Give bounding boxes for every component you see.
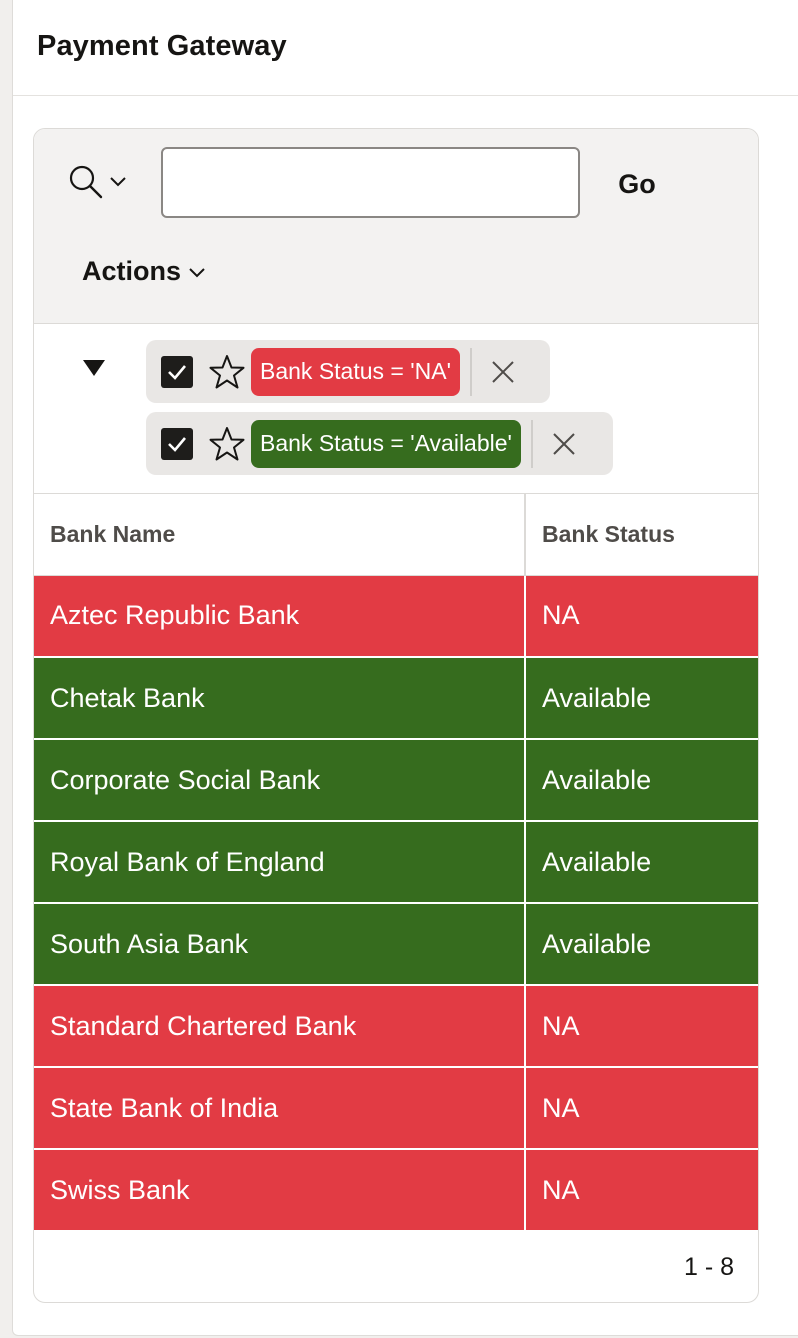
pagination-range: 1 - 8 [683,1253,734,1281]
chevron-down-icon [187,256,207,287]
column-header-bank-name[interactable]: Bank Name [34,494,526,576]
table-row: Chetak Bank Available [34,657,758,740]
bank-name-cell: Standard Chartered Bank [34,985,526,1068]
bank-name-cell: Aztec Republic Bank [34,575,526,658]
bank-status-cell: Available [525,903,758,986]
table-header-row: Bank Name Bank Status [34,494,758,576]
table-row: State Bank of India NA [34,1067,758,1150]
go-button[interactable]: Go [604,159,670,209]
table-row: Standard Chartered Bank NA [34,985,758,1068]
bank-name-cell: Corporate Social Bank [34,739,526,822]
filter-pill[interactable]: Bank Status = 'NA' [251,347,460,396]
region-title: Payment Gateway [37,30,287,62]
interactive-report: Go Actions Bank Status = 'NA' Bank Statu… [33,128,759,1303]
filter-enable-checkbox[interactable] [161,355,193,388]
checkmark-icon [168,364,186,380]
table-row: Corporate Social Bank Available [34,739,758,822]
filter-pill[interactable]: Bank Status = 'Available' [251,419,521,468]
chevron-down-icon [108,175,128,194]
remove-filter-button[interactable] [533,420,595,468]
filter-controls: Bank Status = 'NA' Bank Status = 'Availa… [34,324,758,494]
bank-name-cell: State Bank of India [34,1067,526,1150]
search-column-menu-button[interactable] [68,165,132,203]
actions-menu-button[interactable]: Actions [82,251,207,291]
bank-status-cell: NA [525,1067,758,1150]
report-toolbar: Go Actions [34,129,758,324]
table-row: Royal Bank of England Available [34,821,758,904]
close-icon [492,360,514,383]
bank-status-cell: Available [525,657,758,740]
bank-status-cell: NA [525,985,758,1068]
column-header-bank-status[interactable]: Bank Status [525,494,758,576]
triangle-down-icon [83,360,105,376]
region-header: Payment Gateway [13,0,798,96]
actions-label: Actions [82,255,182,286]
collapse-filters-toggle[interactable] [82,358,108,380]
star-icon[interactable] [207,352,247,392]
filter-enable-checkbox[interactable] [161,427,193,460]
remove-filter-button[interactable] [472,348,534,396]
star-icon[interactable] [207,424,247,464]
report-table: Bank Name Bank Status Aztec Republic Ban… [34,494,758,1232]
bank-status-cell: Available [525,821,758,904]
bank-name-cell: Chetak Bank [34,657,526,740]
table-row: Swiss Bank NA [34,1149,758,1232]
search-input[interactable] [161,147,580,218]
table-row: Aztec Republic Bank NA [34,575,758,658]
filter-row: Bank Status = 'Available' [146,412,613,475]
bank-status-cell: Available [525,739,758,822]
table-row: South Asia Bank Available [34,903,758,986]
bank-name-cell: Swiss Bank [34,1149,526,1232]
bank-status-cell: NA [525,1149,758,1232]
bank-name-cell: South Asia Bank [34,903,526,986]
bank-status-cell: NA [525,575,758,658]
close-icon [553,432,575,455]
search-icon [68,164,104,205]
bank-name-cell: Royal Bank of England [34,821,526,904]
checkmark-icon [168,436,186,452]
filter-row: Bank Status = 'NA' [146,340,550,403]
